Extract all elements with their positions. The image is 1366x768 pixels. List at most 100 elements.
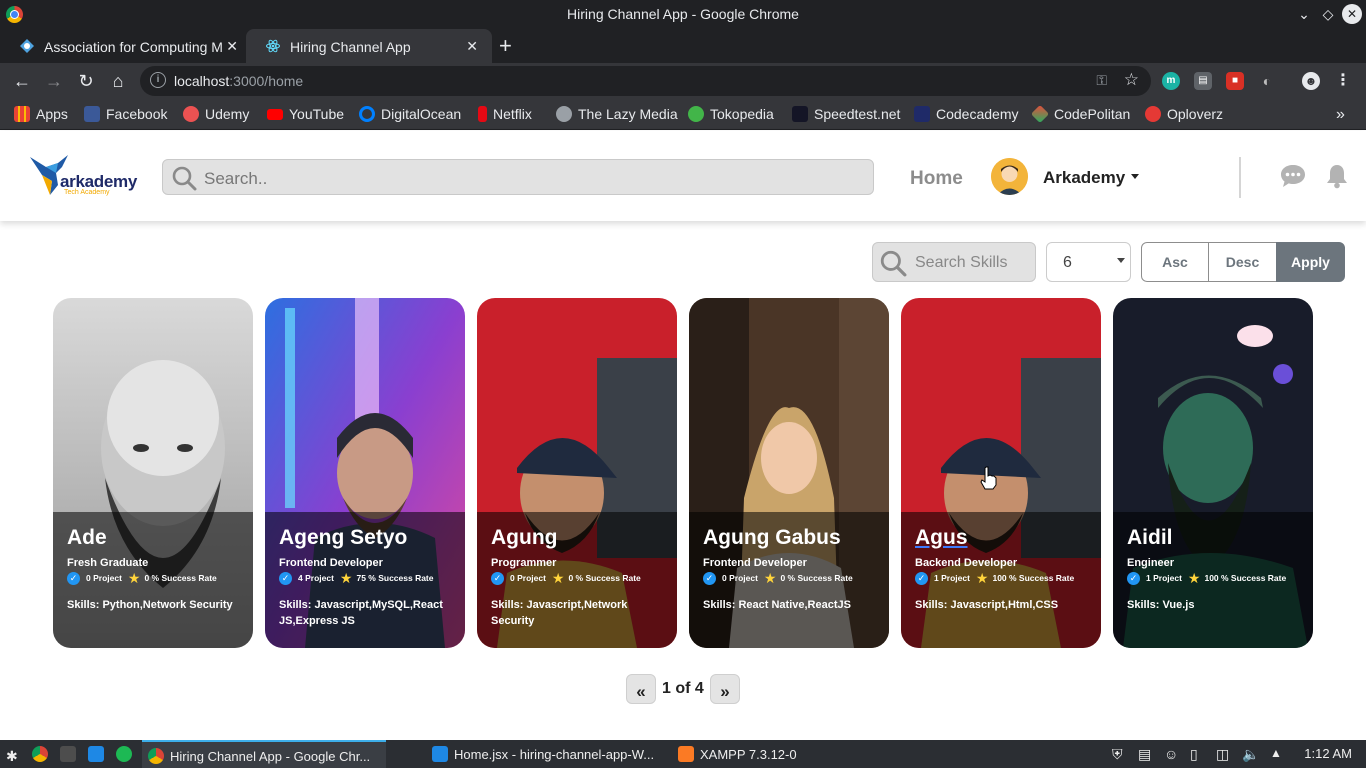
bookmark-codecademy[interactable]: Codecademy [914, 106, 1019, 122]
network-icon[interactable]: ◫ [1216, 740, 1229, 768]
asc-button[interactable]: Asc [1141, 242, 1209, 282]
vscode-launcher-icon[interactable] [88, 740, 110, 768]
taskbar-xampp-window[interactable]: XAMPP 7.3.12-0 [672, 740, 912, 768]
engineer-stats: ✓ 1 Project ★ 100 % Success Rate [1127, 571, 1286, 585]
bookmark-tokopedia[interactable]: Tokopedia [688, 106, 774, 122]
engineer-skills: Skills: Python,Network Security [67, 599, 233, 611]
forward-icon[interactable]: → [42, 69, 66, 93]
pagination: « 1 of 4 » [0, 672, 1366, 704]
taskbar-item-label: Hiring Channel App - Google Chr... [170, 749, 371, 764]
nav-home-link[interactable]: Home [910, 168, 963, 190]
app-launcher-icon[interactable]: ✱ [6, 740, 24, 768]
tab-close-icon[interactable]: ✕ [466, 38, 478, 55]
bookmark-codepolitan[interactable]: CodePolitan [1030, 104, 1130, 124]
battery-icon[interactable]: ▯ [1190, 740, 1198, 768]
clipboard-icon[interactable]: ▤ [1138, 740, 1151, 768]
engineer-name: Agus [915, 526, 968, 549]
desc-button[interactable]: Desc [1208, 242, 1277, 282]
extension-arc-icon[interactable]: ◐ [1258, 72, 1276, 90]
engineer-skills: Skills: Vue.js [1127, 599, 1195, 611]
check-badge-icon: ✓ [703, 571, 716, 585]
user-menu-toggle[interactable]: Arkademy [1043, 168, 1140, 188]
volume-icon[interactable]: 🔈 [1242, 740, 1259, 768]
success-rate: 0 % Success Rate [144, 573, 217, 583]
minimize-icon[interactable]: ⌄ [1294, 4, 1314, 24]
bookmark-label: Facebook [106, 106, 168, 122]
engineer-card[interactable]: Aidil Engineer ✓ 1 Project ★ 100 % Succe… [1113, 298, 1313, 648]
engineer-card[interactable]: Ade Fresh Graduate ✓ 0 Project ★ 0 % Suc… [53, 298, 253, 648]
vpn-shield-icon[interactable]: ⛨ [1112, 740, 1123, 768]
bookmark-label: Speedtest.net [814, 106, 901, 122]
tab-label: Hiring Channel App [290, 39, 411, 55]
check-badge-icon: ✓ [67, 571, 80, 585]
taskbar-vscode-window[interactable]: Home.jsx - hiring-channel-app-W... [426, 740, 666, 768]
facebook-icon [84, 106, 100, 122]
tab-hiring-channel[interactable]: Hiring Channel App ✕ [246, 29, 492, 63]
prev-page-button[interactable]: « [626, 674, 656, 704]
terminal-launcher-icon[interactable] [60, 740, 82, 768]
arkademy-logo[interactable]: arkademy Tech Academy [28, 151, 138, 201]
address-bar[interactable]: i localhost:3000/home ⚿ ☆ [140, 66, 1151, 96]
bookmarks-bar: Apps Facebook Udemy YouTube DigitalOcean… [0, 99, 1366, 130]
site-info-icon[interactable]: i [150, 72, 166, 88]
close-window-icon[interactable]: ✕ [1342, 4, 1362, 24]
skill-search-input[interactable]: Search Skills [872, 242, 1036, 282]
tab-acm[interactable]: Association for Computing M ✕ [0, 29, 246, 63]
bookmark-netflix[interactable]: Netflix [478, 106, 532, 122]
bookmark-facebook[interactable]: Facebook [84, 106, 167, 122]
bookmark-digitalocean[interactable]: DigitalOcean [359, 106, 461, 122]
chrome-menu-icon[interactable]: ⋮ [1334, 72, 1352, 90]
key-icon[interactable]: ⚿ [1096, 72, 1107, 89]
reload-icon[interactable]: ↻ [74, 69, 98, 93]
new-tab-icon[interactable]: + [499, 33, 512, 59]
engineer-card[interactable]: Agus Backend Developer ✓ 1 Project ★ 100… [901, 298, 1101, 648]
extension-chat-icon[interactable]: ▤ [1194, 72, 1212, 90]
bell-icon[interactable] [1326, 163, 1348, 189]
apply-button[interactable]: Apply [1276, 242, 1345, 282]
taskbar-item-label: XAMPP 7.3.12-0 [700, 747, 797, 762]
chrome-launcher-icon[interactable] [32, 740, 54, 768]
hand-cursor-icon [980, 466, 997, 490]
bookmark-label: Netflix [493, 106, 532, 122]
maximize-icon[interactable]: ◇ [1318, 4, 1338, 24]
bookmark-lazy-media[interactable]: The Lazy Media [556, 106, 678, 122]
taskbar-chrome-window[interactable]: Hiring Channel App - Google Chr... [142, 740, 386, 768]
bookmark-star-icon[interactable]: ☆ [1124, 70, 1139, 90]
tray-expand-icon[interactable]: ▲ [1270, 740, 1282, 768]
engineer-card[interactable]: Agung Gabus Frontend Developer ✓ 0 Proje… [689, 298, 889, 648]
bookmark-udemy[interactable]: Udemy [183, 106, 249, 122]
project-count: 1 Project [934, 573, 970, 583]
bookmark-speedtest[interactable]: Speedtest.net [792, 106, 900, 122]
chat-icon[interactable] [1280, 164, 1306, 188]
extension-m-icon[interactable]: m [1162, 72, 1180, 90]
back-icon[interactable]: ← [10, 69, 34, 93]
limit-value: 6 [1063, 254, 1072, 271]
tab-close-icon[interactable]: ✕ [226, 38, 238, 55]
user-avatar[interactable] [991, 158, 1028, 195]
page-content: arkademy Tech Academy Search.. Home Arka… [0, 131, 1366, 737]
engineer-card[interactable]: Ageng Setyo Frontend Developer ✓ 4 Proje… [265, 298, 465, 648]
extension-red-icon[interactable]: ■ [1226, 72, 1244, 90]
limit-select[interactable]: 6 [1046, 242, 1131, 282]
react-favicon-icon [266, 39, 280, 53]
spotify-launcher-icon[interactable] [116, 740, 138, 768]
success-rate: 100 % Success Rate [992, 573, 1075, 583]
bookmark-youtube[interactable]: YouTube [267, 106, 344, 122]
select-arrow-icon [1117, 258, 1125, 263]
bookmark-label: The Lazy Media [578, 106, 678, 122]
bookmark-oploverz[interactable]: Oploverz [1145, 106, 1223, 122]
check-badge-icon: ✓ [491, 571, 504, 585]
next-page-button[interactable]: » [710, 674, 740, 704]
search-input[interactable]: Search.. [162, 159, 874, 195]
bookmarks-overflow-icon[interactable]: » [1336, 106, 1345, 124]
engineer-card[interactable]: Agung Programmer ✓ 0 Project ★ 0 % Succe… [477, 298, 677, 648]
profile-avatar-icon[interactable]: ☻ [1302, 72, 1320, 90]
user-status-icon[interactable]: ☺ [1164, 740, 1178, 768]
home-icon[interactable]: ⌂ [106, 69, 130, 93]
taskbar-item-label: Home.jsx - hiring-channel-app-W... [454, 747, 655, 762]
system-clock[interactable]: 1:12 AM [1304, 746, 1352, 761]
bookmark-apps[interactable]: Apps [14, 106, 68, 122]
tab-label: Association for Computing M [44, 39, 223, 55]
navbar: arkademy Tech Academy Search.. Home Arka… [0, 131, 1366, 221]
success-rate: 100 % Success Rate [1204, 573, 1287, 583]
